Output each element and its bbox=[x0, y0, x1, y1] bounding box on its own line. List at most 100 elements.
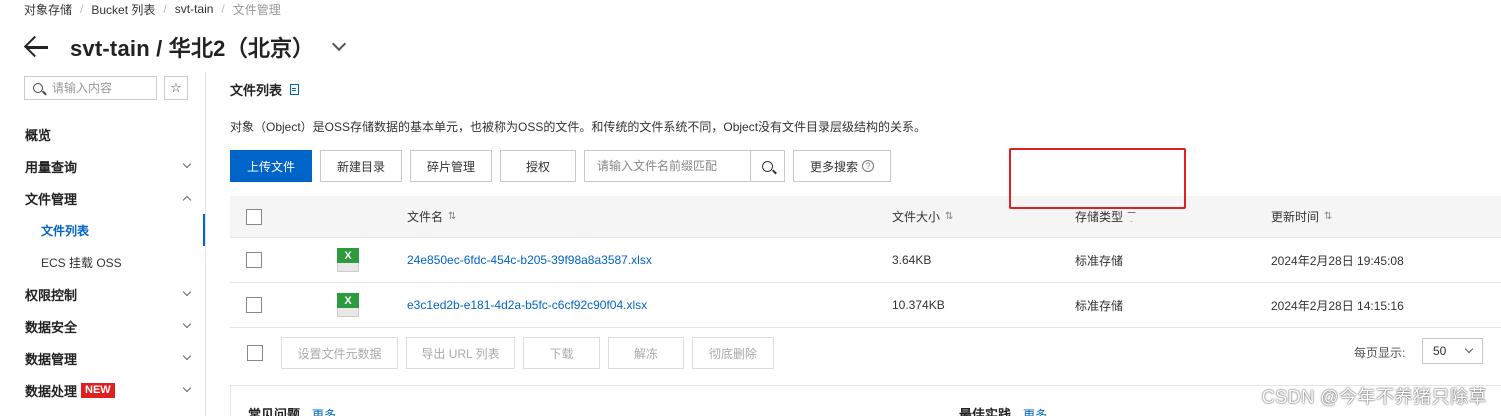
breadcrumb: 对象存储 / Bucket 列表 / svt-tain / 文件管理 bbox=[24, 1, 281, 17]
sidebar-search-input[interactable] bbox=[52, 81, 142, 95]
authorize-button[interactable]: 授权 bbox=[500, 150, 576, 182]
sidebar-item-label: 数据安全 bbox=[25, 319, 78, 335]
sidebar-item-data-management[interactable]: 数据管理 bbox=[0, 342, 205, 374]
row-checkbox[interactable] bbox=[246, 297, 262, 313]
bulk-select-checkbox[interactable] bbox=[247, 345, 263, 361]
table-row: X 24e850ec-6fdc-454c-b205-39f98a8a3587.x… bbox=[230, 238, 1501, 283]
storage-type: 标准存储 bbox=[1075, 253, 1124, 268]
sidebar-item-file-list[interactable]: 文件列表 bbox=[0, 214, 205, 246]
breadcrumb-object-storage[interactable]: 对象存储 bbox=[24, 1, 72, 18]
chevron-down-icon bbox=[1464, 344, 1474, 354]
sort-icon: ⇅ bbox=[1324, 211, 1333, 222]
breadcrumb-separator: / bbox=[221, 2, 225, 16]
breadcrumb-bucket-list[interactable]: Bucket 列表 bbox=[91, 1, 155, 18]
sidebar-item-data-security[interactable]: 数据安全 bbox=[0, 310, 205, 342]
best-practice-more-link[interactable]: 更多 bbox=[1023, 408, 1047, 416]
unfreeze-button[interactable]: 解冻 bbox=[608, 337, 684, 369]
watermark: CSDN @今年不养猪只除草 bbox=[1261, 387, 1487, 407]
breadcrumb-current: 文件管理 bbox=[232, 2, 281, 17]
column-label: 文件名 bbox=[407, 210, 444, 224]
export-url-list-button[interactable]: 导出 URL 列表 bbox=[406, 337, 515, 369]
file-name-link[interactable]: 24e850ec-6fdc-454c-b205-39f98a8a3587.xls… bbox=[407, 238, 652, 282]
chevron-down-icon[interactable] bbox=[332, 36, 347, 52]
sidebar-item-overview[interactable]: 概览 bbox=[0, 118, 205, 150]
file-search bbox=[584, 150, 785, 182]
chevron-down-icon bbox=[182, 159, 192, 169]
document-icon[interactable] bbox=[290, 84, 300, 95]
sidebar-item-ecs-mount[interactable]: ECS 挂载 OSS bbox=[0, 246, 205, 278]
table-row: X e3c1ed2b-e181-4d2a-b5fc-c6cf92c90f04.x… bbox=[230, 283, 1501, 328]
star-icon: ☆ bbox=[170, 80, 182, 95]
download-button[interactable]: 下载 bbox=[523, 337, 600, 369]
help-icon: ? bbox=[862, 160, 874, 172]
chevron-down-icon bbox=[182, 319, 192, 329]
section-title: 文件列表 bbox=[230, 80, 300, 99]
more-search-label: 更多搜索 bbox=[809, 159, 858, 174]
row-checkbox[interactable] bbox=[246, 252, 262, 268]
sidebar-item-label: 概览 bbox=[25, 127, 52, 143]
excel-letter: X bbox=[337, 293, 359, 308]
column-header-size[interactable]: 文件大小 ⇅ bbox=[892, 196, 953, 237]
bulk-action-bar: 设置文件元数据 导出 URL 列表 下载 解冻 彻底删除 每页显示: 50 bbox=[230, 336, 1501, 369]
excel-file-icon: X bbox=[337, 293, 359, 317]
excel-letter: X bbox=[337, 248, 359, 263]
sidebar-item-label: 数据管理 bbox=[25, 351, 78, 367]
more-search-button[interactable]: 更多搜索? bbox=[793, 150, 891, 182]
set-metadata-button[interactable]: 设置文件元数据 bbox=[281, 337, 398, 369]
sidebar-item-data-processing[interactable]: 数据处理 NEW bbox=[0, 374, 205, 406]
fragment-management-button[interactable]: 碎片管理 bbox=[410, 150, 492, 182]
breadcrumb-separator: / bbox=[80, 2, 84, 16]
search-button[interactable] bbox=[750, 151, 784, 181]
new-directory-button[interactable]: 新建目录 bbox=[320, 150, 402, 182]
page-size-value: 50 bbox=[1433, 344, 1447, 358]
back-arrow-icon[interactable] bbox=[24, 35, 52, 59]
sidebar-item-file-management[interactable]: 文件管理 bbox=[0, 182, 205, 214]
table-header: 文件名 ⇅ 文件大小 ⇅ 存储类型 更新时间 ⇅ bbox=[230, 196, 1501, 238]
file-size: 10.374KB bbox=[892, 298, 945, 312]
sidebar-item-label: ECS 挂载 OSS bbox=[41, 255, 122, 270]
breadcrumb-bucket[interactable]: svt-tain bbox=[175, 2, 214, 16]
filter-icon bbox=[1127, 211, 1137, 222]
storage-type: 标准存储 bbox=[1075, 298, 1124, 313]
sidebar-search bbox=[24, 76, 157, 100]
highlight-annotation-box bbox=[1009, 148, 1186, 209]
file-table: 文件名 ⇅ 文件大小 ⇅ 存储类型 更新时间 ⇅ X 24e850ec-6fdc-45… bbox=[230, 196, 1501, 328]
column-header-name[interactable]: 文件名 ⇅ bbox=[407, 196, 456, 237]
sidebar-item-label: 用量查询 bbox=[25, 159, 78, 175]
search-icon bbox=[33, 83, 43, 93]
breadcrumb-separator: / bbox=[163, 2, 167, 16]
column-label: 文件大小 bbox=[892, 210, 941, 224]
sidebar: ☆ 概览 用量查询 文件管理 文件列表 ECS 挂载 OSS 权限控制 数据安全… bbox=[0, 72, 206, 416]
search-icon bbox=[762, 160, 773, 172]
permanent-delete-button[interactable]: 彻底删除 bbox=[692, 337, 774, 369]
upload-file-button[interactable]: 上传文件 bbox=[230, 150, 312, 182]
chevron-down-icon bbox=[182, 351, 192, 361]
updated-time: 2024年2月28日 14:15:16 bbox=[1271, 298, 1404, 313]
column-header-updated[interactable]: 更新时间 ⇅ bbox=[1271, 196, 1332, 237]
toolbar: 上传文件 新建目录 碎片管理 授权 更多搜索? bbox=[230, 150, 899, 182]
select-all-checkbox[interactable] bbox=[246, 208, 262, 225]
page-size-select[interactable]: 50 bbox=[1422, 338, 1483, 364]
file-size: 3.64KB bbox=[892, 253, 932, 267]
file-name-link[interactable]: e3c1ed2b-e181-4d2a-b5fc-c6cf92c90f04.xls… bbox=[407, 283, 647, 327]
page-title: svt-tain / 华北2（北京） bbox=[70, 31, 314, 63]
file-prefix-search-input[interactable] bbox=[585, 151, 750, 181]
sidebar-item-access-control[interactable]: 权限控制 bbox=[0, 278, 205, 310]
column-label: 更新时间 bbox=[1271, 210, 1320, 224]
sidebar-item-label: 文件管理 bbox=[25, 191, 78, 207]
sidebar-item-usage[interactable]: 用量查询 bbox=[0, 150, 205, 182]
chevron-down-icon bbox=[182, 287, 192, 297]
sidebar-item-label: 数据处理 bbox=[25, 383, 78, 399]
faq-more-link[interactable]: 更多 bbox=[312, 408, 336, 416]
faq-title: 常见问题 bbox=[248, 407, 301, 416]
sort-icon: ⇅ bbox=[945, 211, 954, 222]
faq-section: 常见问题 更多 bbox=[248, 404, 336, 416]
chevron-up-icon bbox=[182, 195, 192, 205]
favorite-star-button[interactable]: ☆ bbox=[164, 76, 188, 100]
section-title-text: 文件列表 bbox=[230, 83, 283, 98]
new-badge: NEW bbox=[81, 382, 115, 398]
best-practice-title: 最佳实践 bbox=[959, 407, 1012, 416]
excel-file-icon: X bbox=[337, 248, 359, 272]
bucket-name: svt-tain bbox=[70, 36, 150, 61]
column-label: 存储类型 bbox=[1075, 210, 1124, 224]
